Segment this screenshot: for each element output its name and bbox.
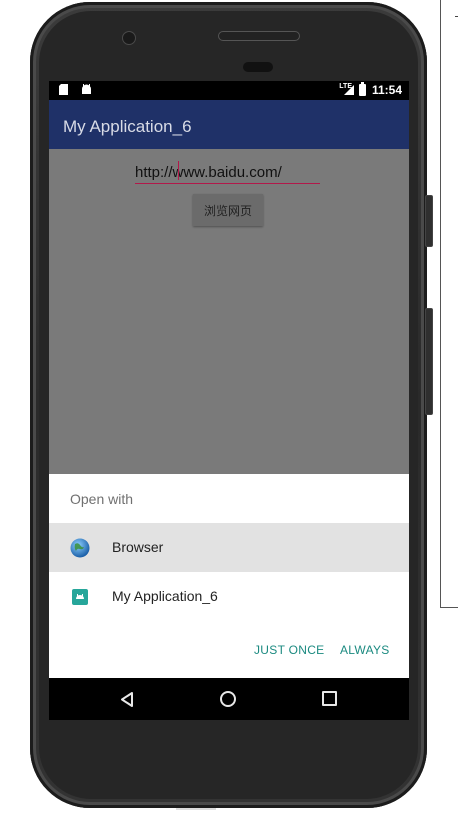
sd-card-icon [59, 84, 69, 95]
browse-button[interactable]: 浏览网页 [193, 194, 263, 226]
text-cursor [178, 161, 179, 180]
status-bar: LTE 11:54 [49, 81, 409, 100]
proximity-sensor [243, 62, 273, 72]
option-my-application[interactable]: My Application_6 [49, 572, 409, 621]
back-icon[interactable] [120, 692, 134, 712]
phone-bottom-mark [176, 808, 216, 810]
always-button[interactable]: ALWAYS [340, 643, 390, 657]
android-notification-icon [81, 84, 91, 95]
app-title: My Application_6 [63, 117, 192, 136]
device-screen: LTE 11:54 My Application_6 浏览网页 Open wit… [49, 81, 409, 720]
main-content: 浏览网页 [49, 149, 409, 474]
option-browser[interactable]: Browser [49, 523, 409, 572]
side-panel [440, 0, 458, 608]
just-once-button[interactable]: JUST ONCE [254, 643, 325, 657]
option-browser-label: Browser [112, 539, 164, 555]
power-button[interactable] [425, 195, 433, 247]
clock: 11:54 [371, 83, 402, 97]
option-my-application-label: My Application_6 [112, 588, 218, 604]
signal-icon [344, 85, 354, 95]
recents-icon[interactable] [322, 691, 337, 706]
volume-button[interactable] [425, 308, 433, 415]
battery-icon [359, 82, 366, 96]
globe-icon [70, 538, 90, 558]
dialog-title: Open with [70, 491, 134, 507]
home-icon[interactable] [220, 691, 236, 707]
earpiece-speaker [218, 31, 300, 41]
open-with-dialog: Open with Browser My Application_6 JUST … [49, 474, 409, 678]
front-camera-icon [122, 31, 136, 45]
app-toolbar: My Application_6 [49, 100, 409, 149]
android-app-icon [70, 587, 90, 607]
url-input[interactable] [135, 161, 320, 184]
navigation-bar [49, 678, 409, 720]
